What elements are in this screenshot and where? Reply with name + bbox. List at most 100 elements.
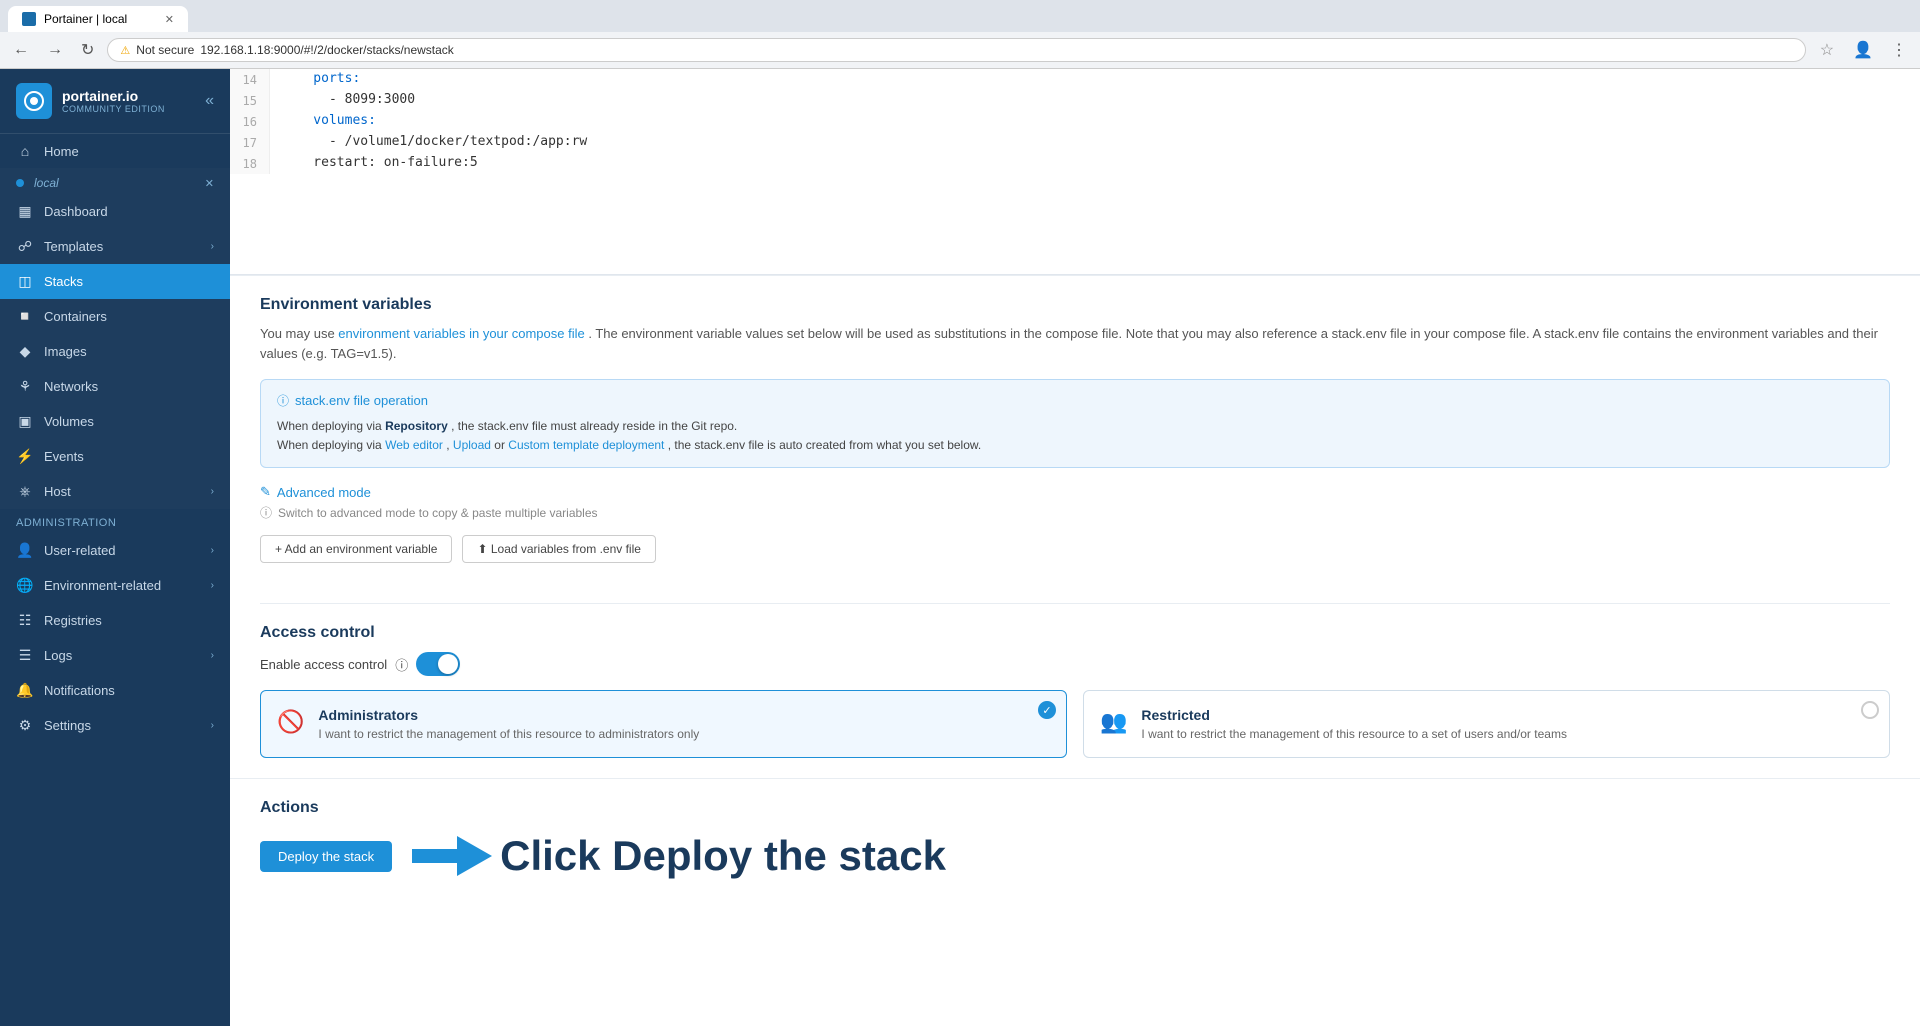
edit-icon: ✎ xyxy=(260,484,271,500)
sidebar-item-networks[interactable]: ⚘ Networks xyxy=(0,369,230,404)
code-line-16: 16 volumes: xyxy=(230,111,1920,132)
switch-hint: ⓘ Switch to advanced mode to copy & past… xyxy=(260,504,1890,521)
env-desc-pre: You may use xyxy=(260,326,338,341)
tab-title: Portainer | local xyxy=(44,12,127,26)
env-related-chevron-icon: › xyxy=(211,580,214,591)
sidebar-item-containers[interactable]: ◽ Containers xyxy=(0,299,230,334)
sidebar-events-label: Events xyxy=(44,449,214,464)
load-env-file-button[interactable]: ⬆ Load variables from .env file xyxy=(462,535,655,563)
sidebar-item-volumes[interactable]: ▣ Volumes xyxy=(0,404,230,439)
enable-access-label: Enable access control xyxy=(260,657,387,672)
sidebar-item-settings[interactable]: ⚙ Settings › xyxy=(0,708,230,743)
content-wrapper: 14 ports: 15 - 8099:3000 16 volumes: 17 … xyxy=(230,69,1920,1026)
sidebar-item-logs[interactable]: ☰ Logs › xyxy=(0,638,230,673)
containers-icon: ◽ xyxy=(16,308,34,325)
env-variables-link[interactable]: environment variables in your compose fi… xyxy=(338,326,584,341)
registries-icon: ☷ xyxy=(16,612,34,629)
sidebar-collapse-button[interactable]: « xyxy=(205,92,214,110)
deploy-stack-button[interactable]: Deploy the stack xyxy=(260,841,392,872)
toggle-knob xyxy=(438,654,458,674)
logo-sub-text: COMMUNITY EDITION xyxy=(62,104,165,114)
dashboard-icon: ▦ xyxy=(16,203,34,220)
access-info-icon: ⓘ xyxy=(395,655,408,674)
sidebar-item-home[interactable]: ⌂ Home xyxy=(0,134,230,168)
access-control-toggle[interactable] xyxy=(416,652,460,676)
access-cards-container: 🚫 Administrators I want to restrict the … xyxy=(260,690,1890,758)
env-variables-desc: You may use environment variables in you… xyxy=(260,324,1890,363)
actions-section: Actions Deploy the stack Click Deploy th… xyxy=(230,779,1920,911)
code-editor[interactable]: 14 ports: 15 - 8099:3000 16 volumes: 17 … xyxy=(230,69,1920,275)
code-line-15: 15 - 8099:3000 xyxy=(230,90,1920,111)
sidebar-dashboard-label: Dashboard xyxy=(44,204,214,219)
address-text: 192.168.1.18:9000/#!/2/docker/stacks/new… xyxy=(200,43,454,57)
settings-chevron-icon: › xyxy=(211,720,214,731)
sidebar-item-events[interactable]: ⚡ Events xyxy=(0,439,230,474)
menu-button[interactable]: ⋮ xyxy=(1886,38,1912,62)
restricted-icon: 👥 xyxy=(1100,709,1127,735)
reload-button[interactable]: ↻ xyxy=(76,38,99,62)
sidebar-registries-label: Registries xyxy=(44,613,214,628)
sidebar-volumes-label: Volumes xyxy=(44,414,214,429)
images-icon: ◆ xyxy=(16,343,34,360)
web-editor-link[interactable]: Web editor xyxy=(385,438,443,452)
sidebar-env-related-label: Environment-related xyxy=(44,578,201,593)
templates-icon: ☍ xyxy=(16,238,34,255)
sidebar-item-host[interactable]: ⎈ Host › xyxy=(0,474,230,509)
administrators-card-content: Administrators I want to restrict the ma… xyxy=(318,707,1050,741)
add-env-variable-button[interactable]: + Add an environment variable xyxy=(260,535,452,563)
logs-chevron-icon: › xyxy=(211,650,214,661)
env-close-button[interactable]: ✕ xyxy=(205,177,214,190)
profile-button[interactable]: 👤 xyxy=(1848,38,1878,62)
custom-template-link[interactable]: Custom template deployment xyxy=(508,438,664,452)
sidebar-item-stacks[interactable]: ◫ Stacks xyxy=(0,264,230,299)
restricted-check xyxy=(1861,701,1879,719)
sidebar-logo: portainer.io COMMUNITY EDITION « xyxy=(0,69,230,134)
restricted-desc: I want to restrict the management of thi… xyxy=(1141,727,1873,741)
forward-button[interactable]: → xyxy=(42,39,68,61)
advanced-mode-label: Advanced mode xyxy=(277,485,371,500)
click-deploy-text: Click Deploy the stack xyxy=(500,832,946,880)
address-bar[interactable]: ⚠ Not secure 192.168.1.18:9000/#!/2/dock… xyxy=(107,38,1805,62)
sidebar-env-section: local ✕ ▦ Dashboard ☍ Templates › ◫ Stac… xyxy=(0,168,230,509)
sidebar-item-registries[interactable]: ☷ Registries xyxy=(0,603,230,638)
sidebar-item-dashboard[interactable]: ▦ Dashboard xyxy=(0,194,230,229)
sidebar-stacks-label: Stacks xyxy=(44,274,214,289)
switch-hint-text: Switch to advanced mode to copy & paste … xyxy=(278,506,598,520)
access-control-section: Access control Enable access control ⓘ 🚫… xyxy=(230,604,1920,778)
actions-title: Actions xyxy=(260,799,1890,817)
enable-access-control-row: Enable access control ⓘ xyxy=(260,652,1890,676)
logs-icon: ☰ xyxy=(16,647,34,664)
back-button[interactable]: ← xyxy=(8,39,34,61)
add-env-label: + Add an environment variable xyxy=(275,542,437,556)
deploy-annotation: Click Deploy the stack xyxy=(412,831,946,881)
user-related-chevron-icon: › xyxy=(211,545,214,556)
upload-link[interactable]: Upload xyxy=(453,438,491,452)
sidebar-item-templates[interactable]: ☍ Templates › xyxy=(0,229,230,264)
restricted-title: Restricted xyxy=(1141,707,1873,723)
administrators-check: ✓ xyxy=(1038,701,1056,719)
sidebar-item-notifications[interactable]: 🔔 Notifications xyxy=(0,673,230,708)
administrators-title: Administrators xyxy=(318,707,1050,723)
sidebar-item-env-related[interactable]: 🌐 Environment-related › xyxy=(0,568,230,603)
logo-icon xyxy=(16,83,52,119)
advanced-mode-toggle[interactable]: ✎ Advanced mode xyxy=(260,484,1890,500)
tab-close-button[interactable]: ✕ xyxy=(165,13,174,26)
info-hint-icon: ⓘ xyxy=(260,504,272,521)
networks-icon: ⚘ xyxy=(16,378,34,395)
restricted-card[interactable]: 👥 Restricted I want to restrict the mana… xyxy=(1083,690,1890,758)
deploy-stack-label: Deploy the stack xyxy=(278,849,374,864)
user-related-icon: 👤 xyxy=(16,542,34,559)
administrators-card[interactable]: 🚫 Administrators I want to restrict the … xyxy=(260,690,1067,758)
administrators-icon: 🚫 xyxy=(277,709,304,735)
sidebar-item-user-related[interactable]: 👤 User-related › xyxy=(0,533,230,568)
sidebar-item-images[interactable]: ◆ Images xyxy=(0,334,230,369)
env-buttons-group: + Add an environment variable ⬆ Load var… xyxy=(260,535,1890,563)
host-chevron-icon: › xyxy=(211,486,214,497)
home-icon: ⌂ xyxy=(16,143,34,159)
info-box-text-2: When deploying via Web editor , Upload o… xyxy=(277,436,1873,455)
code-line-14: 14 ports: xyxy=(230,69,1920,90)
env-variables-section: Environment variables You may use enviro… xyxy=(230,276,1920,603)
sidebar-settings-label: Settings xyxy=(44,718,201,733)
sidebar-containers-label: Containers xyxy=(44,309,214,324)
bookmark-button[interactable]: ☆ xyxy=(1814,38,1840,62)
